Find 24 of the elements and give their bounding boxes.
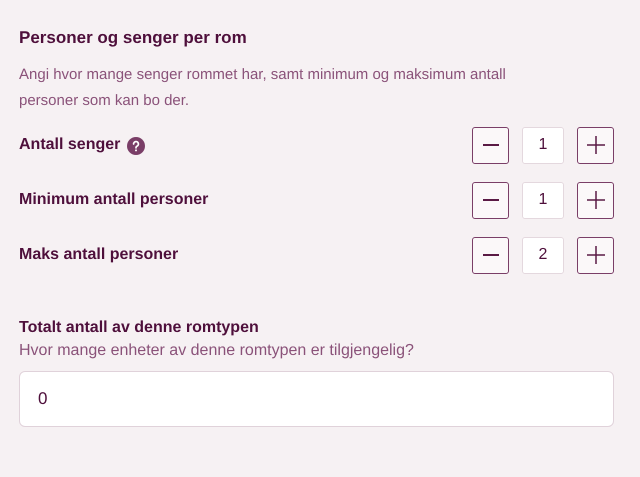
stepper-value[interactable]: 1: [522, 182, 564, 218]
stepper-label: Minimum antall personer: [19, 191, 208, 209]
field-label: Totalt antall av denne romtypen: [19, 318, 260, 338]
minus-icon: [482, 199, 498, 201]
minus-icon: [482, 254, 498, 256]
stepper-value[interactable]: 1: [522, 126, 564, 164]
field-hint: Hvor mange enheter av denne romtypen er tilgjengelig?: [19, 341, 415, 361]
minus-icon: [482, 144, 498, 146]
stepper-value[interactable]: 2: [522, 236, 564, 274]
plus-icon: [586, 190, 606, 210]
stepper-label: Maks antall personer: [19, 246, 178, 264]
stepper-label: Antall senger: [19, 136, 120, 154]
decrement-button[interactable]: [472, 236, 509, 274]
plus-icon: [586, 245, 606, 265]
plus-icon: [586, 135, 606, 155]
decrement-button[interactable]: [472, 126, 509, 164]
decrement-button[interactable]: [472, 182, 509, 218]
section-title: Personer og senger per rom: [19, 27, 248, 49]
input-field[interactable]: 0: [19, 371, 614, 427]
increment-button[interactable]: [577, 182, 614, 218]
section-description: Angi hvor mange senger rommet har, samt minimum og maksimum antall personer som kan bo der.: [19, 65, 507, 111]
help-icon[interactable]: [127, 137, 146, 155]
increment-button[interactable]: [577, 126, 614, 164]
increment-button[interactable]: [577, 236, 614, 274]
